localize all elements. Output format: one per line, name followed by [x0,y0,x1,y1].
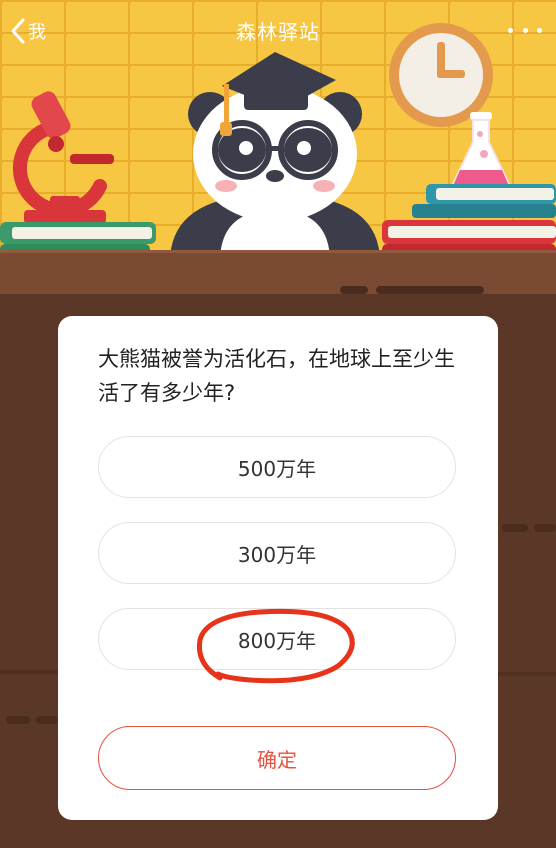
more-dots-icon [522,27,528,33]
more-dots-icon [537,27,542,33]
more-button[interactable] [508,18,542,42]
desk-decoration [340,286,368,294]
microscope-icon [12,91,114,224]
desk-decoration [6,716,30,724]
desk-decoration [0,670,58,674]
confirm-button[interactable]: 确定 [98,726,456,790]
top-bar: 我 森林驿站 [0,0,556,60]
desk-decoration [36,716,58,724]
answer-option-800[interactable]: 800万年 [98,608,456,670]
flask-icon [450,112,512,193]
desk-decoration [498,672,556,676]
desk-decoration [534,524,556,532]
desk-decoration [502,524,528,532]
answer-option-300[interactable]: 300万年 [98,522,456,584]
more-dots-icon [508,27,513,33]
question-text: 大熊猫被誉为活化石，在地球上至少生活了有多少年? [98,347,455,405]
quiz-card: 大熊猫被誉为活化石，在地球上至少生活了有多少年? 500万年 300万年 800… [58,316,498,820]
panda-graduate-illustration [170,52,380,262]
desk-decoration [376,286,484,294]
page-title: 森林驿站 [236,20,320,44]
answer-option-500[interactable]: 500万年 [98,436,456,498]
